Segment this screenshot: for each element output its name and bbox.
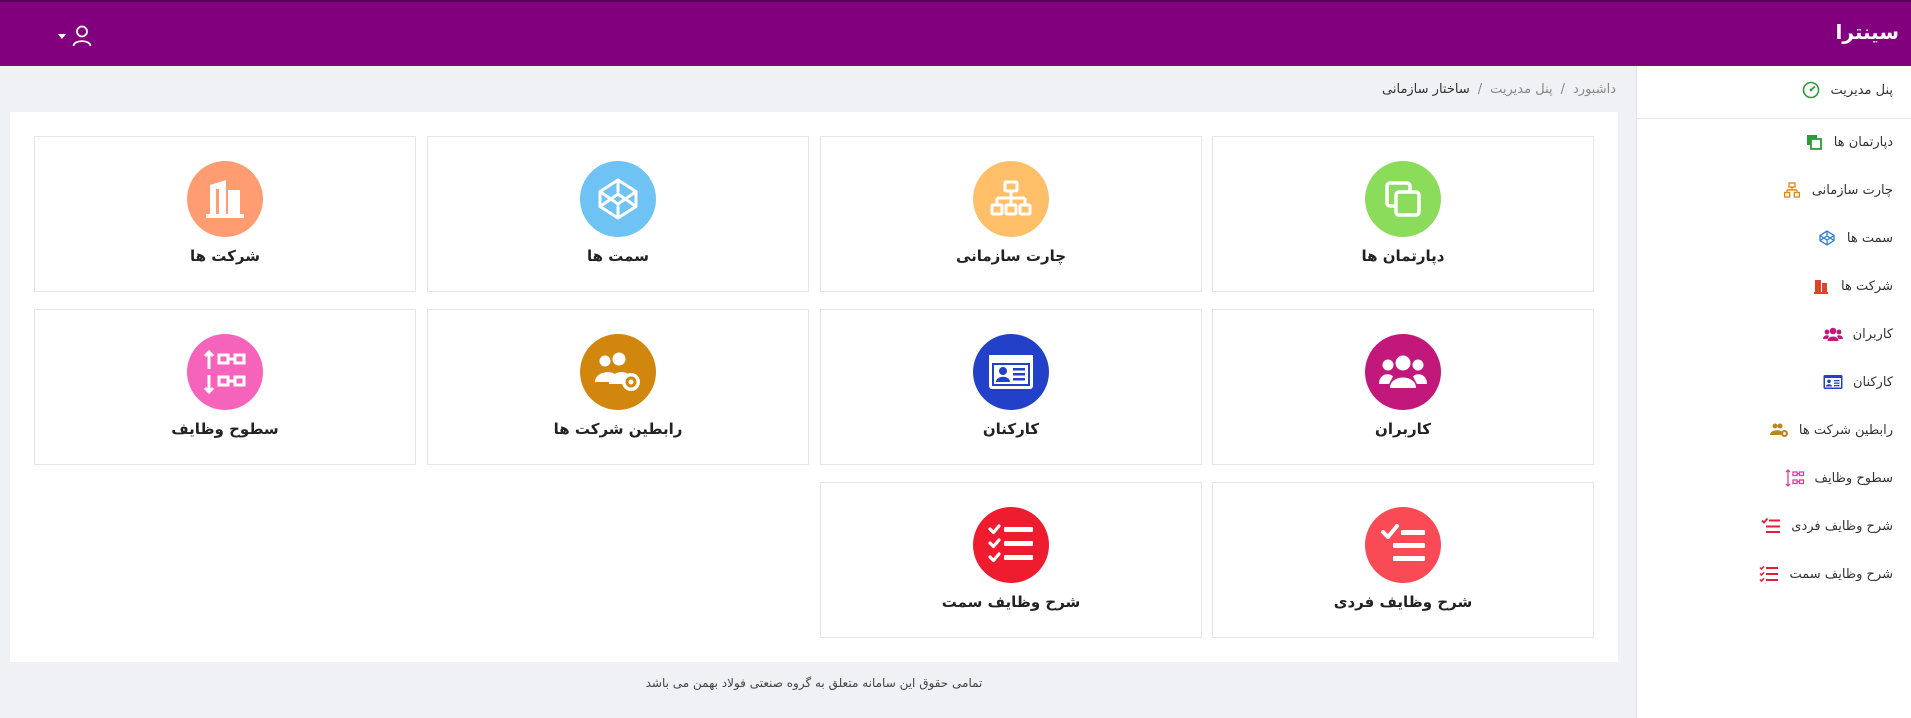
sidebar-item-label: شرح وظایف سمت	[1789, 566, 1893, 582]
sidebar-item-label: سطوح وظایف	[1814, 470, 1893, 486]
clone-icon	[1385, 181, 1421, 217]
footer-copyright: تمامی حقوق این سامانه متعلق به گروه صنعت…	[645, 676, 983, 690]
card-label: سمت ها	[587, 247, 649, 265]
sidebar-item-admin-panel[interactable]: پنل مدیریت	[1801, 80, 1893, 100]
sidebar-item-label: کارکنان	[1852, 374, 1893, 390]
card-icon-circle	[973, 161, 1049, 237]
sidebar-item-departments[interactable]: دپارتمان ها	[1804, 132, 1893, 152]
card-icon-circle	[1365, 507, 1441, 583]
card-icon-circle	[187, 334, 263, 410]
sidebar-item-positions[interactable]: سمت ها	[1817, 228, 1893, 248]
card-label: کاربران	[1375, 420, 1431, 438]
card-departments[interactable]: دپارتمان ها	[1212, 136, 1594, 292]
checklist-icon	[1759, 564, 1779, 584]
sidebar-item-company-liaisons[interactable]: رابطین شرکت ها	[1769, 420, 1893, 440]
sidebar-divider	[1636, 118, 1911, 119]
clone-icon	[1804, 132, 1824, 152]
users-icon	[1379, 355, 1427, 388]
sidebar: پنل مدیریت دپارتمان ها چارت سازمانی سمت …	[1636, 66, 1911, 718]
breadcrumb-separator: /	[1477, 82, 1483, 97]
user-icon[interactable]	[72, 25, 92, 47]
card-positions[interactable]: سمت ها	[427, 136, 809, 292]
card-label: رابطین شرکت ها	[553, 420, 683, 438]
dashboard-gauge-icon	[1801, 80, 1821, 100]
sidebar-item-label: رابطین شرکت ها	[1798, 422, 1893, 438]
top-navbar: سینترا	[0, 0, 1911, 66]
checklist-icon	[988, 524, 1033, 563]
card-label: کارکنان	[982, 420, 1040, 438]
card-label: شرح وظایف سمت	[941, 593, 1081, 611]
sitemap-icon	[1782, 180, 1802, 200]
card-icon-circle	[187, 161, 263, 237]
card-icon-circle	[973, 507, 1049, 583]
sidebar-item-individual-duties[interactable]: شرح وظایف فردی	[1761, 516, 1893, 536]
card-label: شرکت ها	[190, 247, 260, 265]
hierarchy-levels-icon	[1785, 468, 1805, 488]
user-menu-toggle[interactable]	[58, 22, 92, 50]
breadcrumb-current: ساختار سازمانی	[1382, 82, 1470, 97]
card-icon-circle	[580, 334, 656, 410]
card-individual-duties[interactable]: شرح وظایف فردی	[1212, 482, 1594, 638]
card-icon-circle	[973, 334, 1049, 410]
sidebar-item-label: دپارتمان ها	[1833, 134, 1893, 150]
codepen-icon	[598, 178, 638, 220]
card-org-chart[interactable]: چارت سازمانی	[820, 136, 1202, 292]
building-icon	[1811, 276, 1831, 296]
card-company-liaisons[interactable]: رابطین شرکت ها	[427, 309, 809, 465]
sidebar-item-task-levels[interactable]: سطوح وظایف	[1785, 468, 1893, 488]
checklist-icon	[1381, 524, 1425, 561]
sidebar-item-users[interactable]: کاربران	[1822, 324, 1893, 344]
sitemap-icon	[990, 180, 1032, 216]
sidebar-item-org-chart[interactable]: چارت سازمانی	[1782, 180, 1893, 200]
card-label: سطوح وظایف	[171, 420, 279, 438]
users-icon	[1822, 324, 1843, 344]
card-label: دپارتمان ها	[1361, 247, 1445, 265]
sidebar-item-label: شرح وظایف فردی	[1791, 518, 1893, 534]
card-icon-circle	[1365, 334, 1441, 410]
codepen-icon	[1817, 228, 1837, 248]
card-employees[interactable]: کارکنان	[820, 309, 1202, 465]
card-icon-circle	[1365, 161, 1441, 237]
id-card-icon	[1823, 372, 1843, 392]
id-card-icon	[989, 355, 1033, 389]
sidebar-item-label: شرکت ها	[1841, 278, 1893, 294]
card-label: چارت سازمانی	[955, 247, 1067, 265]
card-users[interactable]: کاربران	[1212, 309, 1594, 465]
card-icon-circle	[580, 161, 656, 237]
users-cog-icon	[595, 352, 640, 391]
sidebar-item-label: کاربران	[1852, 326, 1893, 342]
hierarchy-levels-icon	[203, 349, 246, 395]
card-task-levels[interactable]: سطوح وظایف	[34, 309, 416, 465]
users-cog-icon	[1769, 420, 1789, 440]
sidebar-item-employees[interactable]: کارکنان	[1823, 372, 1893, 392]
breadcrumb-separator: /	[1560, 82, 1565, 97]
sidebar-item-label: چارت سازمانی	[1811, 182, 1893, 198]
sidebar-item-label: سمت ها	[1846, 230, 1893, 246]
breadcrumb-link-dashboard[interactable]: داشبورد	[1573, 82, 1616, 97]
sidebar-item-position-duties[interactable]: شرح وظایف سمت	[1759, 564, 1893, 584]
breadcrumb-link-admin-panel[interactable]: پنل مدیریت	[1490, 82, 1552, 97]
sidebar-item-companies[interactable]: شرکت ها	[1811, 276, 1893, 296]
caret-down-icon[interactable]	[58, 33, 66, 39]
sidebar-item-label: پنل مدیریت	[1830, 82, 1893, 98]
breadcrumb: داشبورد / پنل مدیریت / ساختار سازمانی	[1382, 82, 1616, 97]
card-position-duties[interactable]: شرح وظایف سمت	[820, 482, 1202, 638]
main-panel: دپارتمان ها چارت سازمانی سمت ها شرکت ها …	[10, 112, 1618, 662]
building-icon	[206, 180, 244, 218]
checklist-icon	[1761, 516, 1781, 536]
brand-logo-text[interactable]: سینترا	[1836, 20, 1899, 44]
card-companies[interactable]: شرکت ها	[34, 136, 416, 292]
card-label: شرح وظایف فردی	[1333, 593, 1473, 611]
